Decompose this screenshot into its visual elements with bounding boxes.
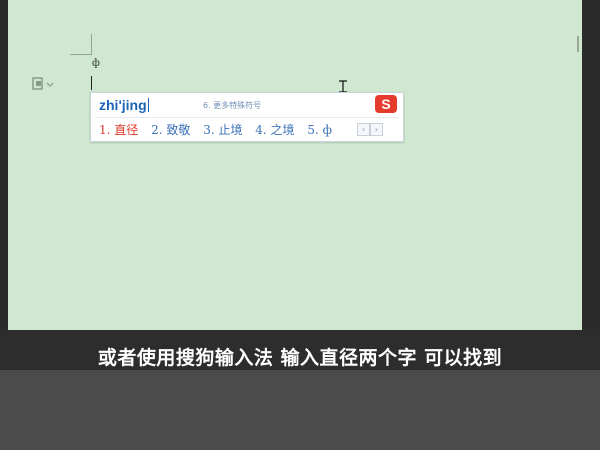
- ime-candidate-2[interactable]: 2. 致敬: [151, 123, 190, 137]
- scrollbar-thumb[interactable]: [577, 36, 579, 52]
- window-left-edge: [0, 0, 8, 330]
- text-caret: [91, 76, 92, 90]
- sogou-logo-icon[interactable]: S: [375, 95, 397, 113]
- margin-corner-mark: [91, 34, 92, 55]
- ime-candidate-4[interactable]: 4. 之境: [255, 123, 294, 137]
- ime-candidate-3[interactable]: 3. 止境: [203, 123, 242, 137]
- ime-cursor: [147, 98, 149, 112]
- ime-more-symbols-hint[interactable]: 6. 更多特殊符号: [203, 100, 261, 111]
- video-subtitle: 或者使用搜狗输入法 输入直径两个字 可以找到: [97, 347, 503, 369]
- ime-divider: [95, 117, 399, 118]
- document-page[interactable]: [8, 0, 582, 330]
- ime-candidate-5[interactable]: 5. ф: [307, 123, 332, 137]
- ime-pinyin-text: zhi'jing: [99, 97, 147, 113]
- ime-next-page-button[interactable]: ›: [370, 123, 383, 136]
- ime-pager: ‹ ›: [357, 123, 383, 136]
- margin-corner-mark: [70, 54, 92, 55]
- ime-prev-page-button[interactable]: ‹: [357, 123, 370, 136]
- ime-candidate-list: 1. 直径 2. 致敬 3. 止境 4. 之境 5. ф: [99, 121, 341, 138]
- ime-candidate-1[interactable]: 1. 直径: [99, 123, 138, 137]
- window-right-edge: [582, 0, 600, 330]
- ime-pinyin-input[interactable]: zhi'jing: [99, 97, 149, 113]
- paste-options-icon[interactable]: [32, 77, 56, 91]
- inserted-phi-symbol: ф: [92, 58, 100, 69]
- video-bottom-area: [0, 370, 600, 450]
- ime-candidate-window: zhi'jing 6. 更多特殊符号 S 1. 直径 2. 致敬 3. 止境 4…: [90, 92, 404, 142]
